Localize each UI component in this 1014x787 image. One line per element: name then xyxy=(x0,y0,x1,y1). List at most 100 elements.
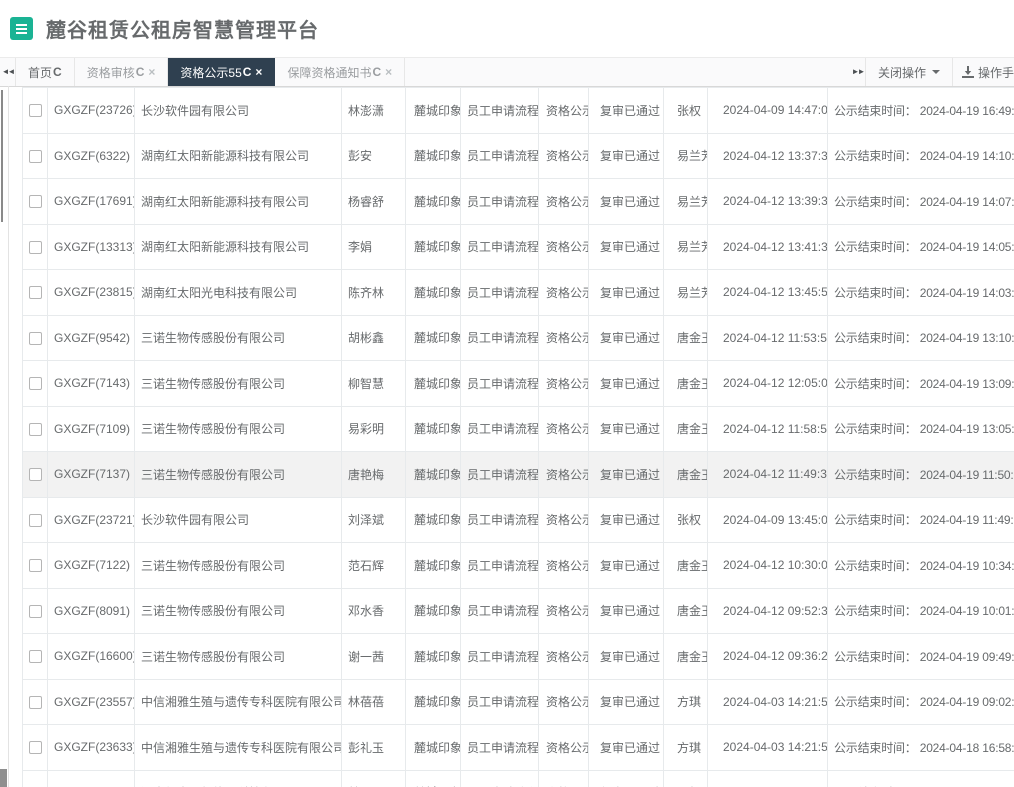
cell-application-code: GXGZF(23633) xyxy=(48,725,135,771)
tab[interactable]: 资格审核C× xyxy=(75,58,169,86)
cell-process-type: 员工申请流程 xyxy=(461,497,539,543)
app-header: 麓谷租赁公租房智慧管理平台 xyxy=(0,0,1014,57)
cell-publicity-end-time: 公示结束时间： 2024-04-19 10:01:49 xyxy=(828,588,1014,634)
cell-publicity-end-time: 公示结束时间： 2024-04-19 09:02:33 xyxy=(828,679,1014,725)
row-checkbox[interactable] xyxy=(29,650,42,663)
table-row[interactable]: GXGZF(6322) 湖南红太阳新能源科技有限公司 彭安 麓城印象 员工申请流… xyxy=(23,133,1014,179)
table-row[interactable]: GXGZF(17691) 湖南红太阳新能源科技有限公司 杨睿舒 麓城印象 员工申… xyxy=(23,179,1014,225)
cell-company-name: 长沙软件园有限公司 xyxy=(135,497,342,543)
table-row[interactable]: GXGZF(9542) 三诺生物传感股份有限公司 胡彬鑫 麓城印象 员工申请流程… xyxy=(23,315,1014,361)
cell-project-name: 麓城印象 xyxy=(406,497,461,543)
page-title: 麓谷租赁公租房智慧管理平台 xyxy=(46,14,319,43)
row-checkbox[interactable] xyxy=(29,150,42,163)
cell-publicity-end-time: 公示结束时间： 2024-04-19 13:09:39 xyxy=(828,361,1014,407)
close-icon[interactable]: × xyxy=(255,65,262,79)
cell-application-code: GXGZF(23721) xyxy=(48,497,135,543)
cell-applicant-name: 范石辉 xyxy=(342,543,406,589)
cell-process-type: 员工申请流程 xyxy=(461,543,539,589)
refresh-icon[interactable]: C xyxy=(372,65,381,79)
row-checkbox-cell xyxy=(23,133,48,179)
table-row[interactable]: GXGZF(23815) 湖南红太阳光电科技有限公司 陈齐林 麓城印象 员工申请… xyxy=(23,270,1014,316)
cell-review-status: 复审已通过 xyxy=(589,679,664,725)
cell-process-type: 员工申请流程 xyxy=(461,270,539,316)
row-checkbox-cell xyxy=(23,588,48,634)
cell-project-name: 麓城印象 xyxy=(406,770,461,787)
table-row[interactable]: GXGZF(23633) 中信湘雅生殖与遗传专科医院有限公司 彭礼玉 麓城印象 … xyxy=(23,725,1014,771)
cell-review-time: 2024-04-12 09:52:35 xyxy=(708,588,828,634)
table-row[interactable]: GXGZF(7122) 三诺生物传感股份有限公司 范石辉 麓城印象 员工申请流程… xyxy=(23,543,1014,589)
row-checkbox[interactable] xyxy=(29,104,42,117)
cell-application-code: GXGZF(7109) xyxy=(48,406,135,452)
cell-application-code: GXGZF(16600) xyxy=(48,634,135,680)
table-row[interactable]: 湖南红太阳新能源科技有限公司 林 麓城印象 员工申请流程 资格公示 复审已通过 … xyxy=(23,770,1014,787)
cell-process-type: 员工申请流程 xyxy=(461,133,539,179)
double-left-arrow-icon: ◄◄ xyxy=(2,68,14,76)
tab-label: 资格公示55 xyxy=(180,64,241,81)
cell-current-stage: 资格公示 xyxy=(539,133,589,179)
cell-review-time: 2024-04-12 13:39:38 xyxy=(708,179,828,225)
cell-applicant-name: 胡彬鑫 xyxy=(342,315,406,361)
cell-company-name: 湖南红太阳新能源科技有限公司 xyxy=(135,770,342,787)
tab[interactable]: 首页C xyxy=(15,58,75,86)
row-checkbox[interactable] xyxy=(29,332,42,345)
row-checkbox[interactable] xyxy=(29,377,42,390)
cell-process-type: 员工申请流程 xyxy=(461,679,539,725)
table-row[interactable]: GXGZF(8091) 三诺生物传感股份有限公司 邓水香 麓城印象 员工申请流程… xyxy=(23,588,1014,634)
table-row[interactable]: GXGZF(23726) 长沙软件园有限公司 林澎潇 麓城印象 员工申请流程 资… xyxy=(23,88,1014,134)
hamburger-menu-button[interactable] xyxy=(10,17,33,40)
cell-company-name: 三诺生物传感股份有限公司 xyxy=(135,452,342,498)
tab[interactable]: 资格公示55C× xyxy=(168,58,275,86)
close-icon[interactable]: × xyxy=(148,65,155,79)
row-checkbox[interactable] xyxy=(29,468,42,481)
cell-current-stage: 资格公示 xyxy=(539,452,589,498)
cell-reviewer-name: 易兰芳 xyxy=(664,224,708,270)
cell-applicant-name: 李娟 xyxy=(342,224,406,270)
row-checkbox[interactable] xyxy=(29,195,42,208)
refresh-icon[interactable]: C xyxy=(136,65,145,79)
refresh-icon[interactable]: C xyxy=(243,65,252,79)
cell-application-code: GXGZF(7143) xyxy=(48,361,135,407)
tabs-scroll-left-button[interactable]: ◄◄ xyxy=(0,58,15,86)
cell-application-code: GXGZF(13313) xyxy=(48,224,135,270)
row-checkbox-cell xyxy=(23,725,48,771)
cell-current-stage: 资格公示 xyxy=(539,543,589,589)
row-checkbox[interactable] xyxy=(29,559,42,572)
cell-project-name: 麓城印象 xyxy=(406,543,461,589)
cell-review-time: 2024-04-09 14:47:08 xyxy=(708,88,828,134)
operation-manual-button[interactable]: 操作手 xyxy=(953,58,1014,86)
cell-publicity-end-time: 公示结束时间： 2024-04-19 14:03:58 xyxy=(828,270,1014,316)
row-checkbox[interactable] xyxy=(29,241,42,254)
row-checkbox[interactable] xyxy=(29,514,42,527)
row-checkbox[interactable] xyxy=(29,696,42,709)
refresh-icon[interactable]: C xyxy=(53,65,62,79)
table-row[interactable]: GXGZF(23721) 长沙软件园有限公司 刘泽斌 麓城印象 员工申请流程 资… xyxy=(23,497,1014,543)
cell-review-status: 复审已通过 xyxy=(589,406,664,452)
row-checkbox-cell xyxy=(23,497,48,543)
cell-project-name: 麓城印象 xyxy=(406,315,461,361)
tabs-scroll-right-button[interactable]: ►► xyxy=(850,58,865,86)
row-checkbox[interactable] xyxy=(29,286,42,299)
table-row[interactable]: GXGZF(7137) 三诺生物传感股份有限公司 唐艳梅 麓城印象 员工申请流程… xyxy=(23,452,1014,498)
close-operations-dropdown[interactable]: 关闭操作 xyxy=(865,58,953,86)
cell-process-type: 员工申请流程 xyxy=(461,725,539,771)
cell-review-time: 2024-04-03 14:21:56 xyxy=(708,725,828,771)
table-row[interactable]: GXGZF(7143) 三诺生物传感股份有限公司 柳智慧 麓城印象 员工申请流程… xyxy=(23,361,1014,407)
cell-process-type: 员工申请流程 xyxy=(461,452,539,498)
tab[interactable]: 保障资格通知书C× xyxy=(275,58,405,86)
cell-publicity-end-time: 公示结束时间： 2024-04-19 11:50:51 xyxy=(828,452,1014,498)
table-row[interactable]: GXGZF(16600) 三诺生物传感股份有限公司 谢一茜 麓城印象 员工申请流… xyxy=(23,634,1014,680)
row-checkbox[interactable] xyxy=(29,605,42,618)
cell-applicant-name: 谢一茜 xyxy=(342,634,406,680)
operation-manual-label: 操作手 xyxy=(978,64,1014,81)
row-checkbox[interactable] xyxy=(29,741,42,754)
row-checkbox[interactable] xyxy=(29,423,42,436)
cell-review-time: 2024-04-12 09:36:26 xyxy=(708,634,828,680)
table-row[interactable]: GXGZF(23557) 中信湘雅生殖与遗传专科医院有限公司 林蓓蓓 麓城印象 … xyxy=(23,679,1014,725)
cell-review-status: 复审已通过 xyxy=(589,133,664,179)
table-row[interactable]: GXGZF(13313) 湖南红太阳新能源科技有限公司 李娟 麓城印象 员工申请… xyxy=(23,224,1014,270)
cell-reviewer-name: 方琪 xyxy=(664,679,708,725)
left-scrollbar-thumb[interactable] xyxy=(1,90,3,222)
cell-review-status: 复审已通过 xyxy=(589,361,664,407)
table-row[interactable]: GXGZF(7109) 三诺生物传感股份有限公司 易彩明 麓城印象 员工申请流程… xyxy=(23,406,1014,452)
close-icon[interactable]: × xyxy=(385,65,392,79)
